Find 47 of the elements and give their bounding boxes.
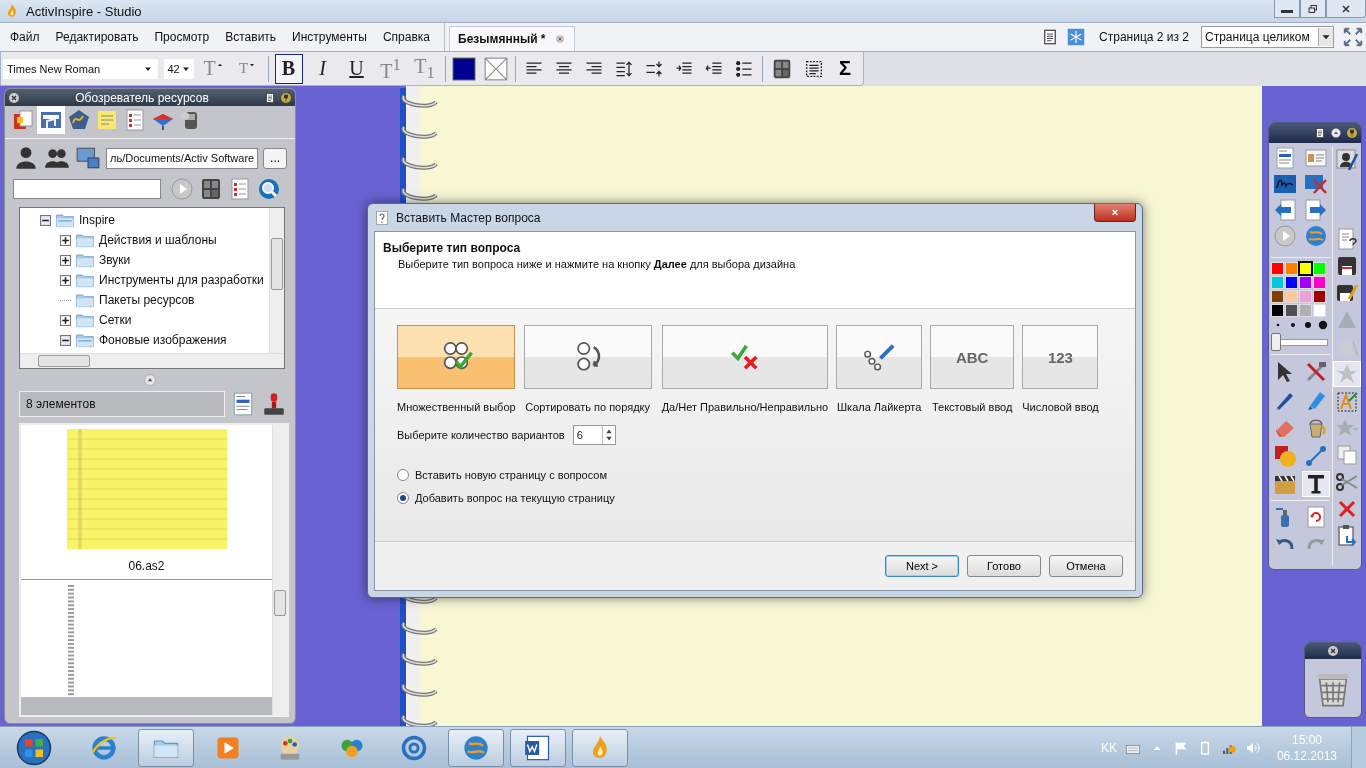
equation-button[interactable]: Σ [832, 57, 857, 80]
menu-item[interactable]: Просмотр [146, 30, 218, 44]
dialog-subtitle: Выберите тип вопроса ниже и нажмите на кнопку Далее для выбора дизайна [397, 258, 797, 270]
tree-item[interactable]: Inspire [79, 213, 116, 227]
zoom-select[interactable]: Страница целиком [1201, 26, 1334, 48]
question-type-label: Текстовый ввод [931, 401, 1013, 413]
tree-item[interactable]: Фоновые изображения [99, 333, 227, 347]
options-label: Выберите количество вариантов [397, 429, 565, 441]
question-type-tile[interactable]: ABC [930, 325, 1015, 389]
dialog-button[interactable]: Готово [967, 555, 1041, 577]
tree-item[interactable]: Звуки [99, 253, 131, 267]
item-count: 8 элементов [19, 391, 225, 417]
dialog-button[interactable]: Отмена [1049, 555, 1123, 577]
question-type-label: Множественный выбор [397, 401, 516, 413]
panel-title: Обозреватель ресурсов [74, 90, 210, 105]
size-select[interactable]: 42 [164, 58, 194, 79]
menu-item[interactable]: Редактировать [47, 30, 147, 44]
dialog-button[interactable]: Next > [885, 555, 959, 577]
radio-label[interactable]: Добавить вопрос на текущую страницу [415, 492, 615, 504]
question-type-label: Шкала Лайкерта [837, 401, 922, 413]
tree-item[interactable]: Инструменты для разработки [99, 273, 264, 287]
font-select[interactable]: Times New Roman [3, 58, 159, 79]
menu-item[interactable]: Справка [374, 30, 438, 44]
options-spinner[interactable]: 6 [572, 425, 616, 445]
page-indicator: Страница 2 из 2 [1099, 30, 1189, 44]
tree-item[interactable]: Сетки [99, 313, 132, 327]
tree-item[interactable]: Пакеты ресурсов [99, 293, 195, 307]
question-type-label: Сортировать по порядку [525, 401, 651, 413]
document-tab[interactable]: Безымянный * [449, 26, 575, 51]
format-button[interactable]: U [342, 53, 371, 84]
question-type-tile[interactable]: 123 [1022, 325, 1099, 389]
format-button[interactable]: B [274, 53, 303, 84]
document-tab-label: Безымянный * [458, 32, 546, 46]
format-button[interactable]: I [308, 53, 337, 84]
menu-item[interactable]: Файл [2, 30, 48, 44]
browse-button[interactable]: ... [263, 147, 287, 169]
thumbnail-label: 06.as2 [128, 559, 165, 573]
dialog-title: Вставить Мастер вопроса [396, 210, 542, 225]
radio-label[interactable]: Вставить новую страницу с вопросом [415, 469, 608, 481]
path-field[interactable]: ль/Documents/Activ Software [106, 147, 259, 169]
question-type-label: Да/Нет Правильно/Неправильно [661, 401, 829, 413]
menu-item[interactable]: Вставить [217, 30, 285, 44]
menu-item[interactable]: Инструменты [284, 30, 375, 44]
dialog-heading: Выберите тип вопроса [383, 241, 522, 255]
tree-item[interactable]: Действия и шаблоны [99, 233, 217, 247]
window-title: ActivInspire - Studio [26, 3, 143, 19]
question-type-label: Числовой ввод [1022, 401, 1099, 413]
